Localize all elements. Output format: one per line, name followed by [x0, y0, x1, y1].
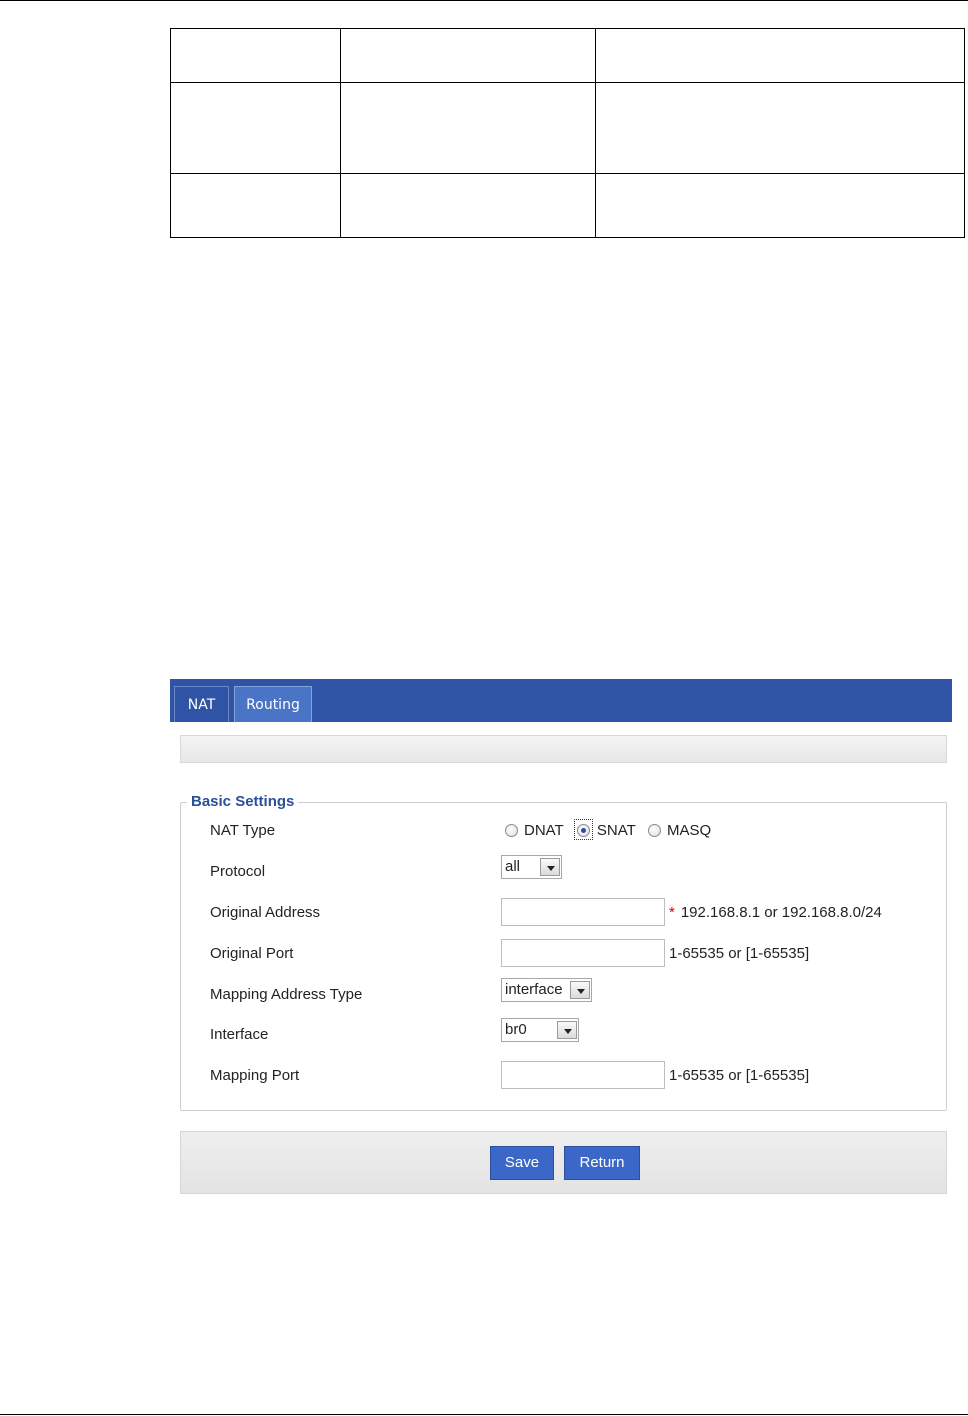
button-bar: Save Return [180, 1131, 947, 1194]
mapping-port-hint: 1-65535 or [1-65535] [669, 1067, 810, 1084]
basic-settings-legend: Basic Settings [187, 793, 299, 810]
table-cell [340, 82, 596, 174]
mapping-address-type-select[interactable]: interface [501, 978, 592, 1002]
original-port-label: Original Port [210, 945, 294, 962]
empty-document-table [170, 28, 965, 238]
table-cell [340, 173, 596, 238]
table-cell [340, 28, 596, 83]
mapping-address-type-label: Mapping Address Type [210, 986, 363, 1003]
table-cell [595, 82, 965, 174]
save-button[interactable]: Save [490, 1146, 554, 1180]
footer-rule [0, 1414, 968, 1415]
return-button[interactable]: Return [564, 1146, 640, 1180]
mapping-port-label: Mapping Port [210, 1067, 300, 1084]
required-asterisk: * [669, 904, 675, 921]
original-address-hint-text: 192.168.8.1 or 192.168.8.0/24 [680, 904, 882, 921]
mapping-port-input[interactable] [501, 1061, 665, 1089]
tab-bar: NAT Routing [170, 679, 952, 722]
original-address-input[interactable] [501, 898, 665, 926]
mapping-address-type-select-value: interface [505, 981, 563, 998]
table-cell [595, 28, 965, 83]
chevron-down-icon [557, 1021, 577, 1039]
nat-type-radio-group: DNAT SNAT MASQ [505, 819, 719, 841]
nat-settings-screenshot: NAT Routing Basic Settings NAT Type DNAT… [170, 679, 952, 1209]
masq-radio-label: MASQ [666, 821, 712, 839]
snat-radio-label: SNAT [596, 821, 636, 839]
original-port-hint: 1-65535 or [1-65535] [669, 945, 810, 962]
snat-radio[interactable] [576, 823, 590, 837]
nat-type-label: NAT Type [210, 822, 276, 839]
original-port-input[interactable] [501, 939, 665, 967]
chevron-down-icon [570, 981, 590, 999]
header-rule [0, 0, 968, 1]
table-cell [170, 173, 341, 238]
table-cell [595, 173, 965, 238]
table-cell [170, 82, 341, 174]
snat-radio-focus [573, 819, 593, 840]
protocol-label: Protocol [210, 863, 266, 880]
chevron-down-icon [540, 858, 560, 876]
dnat-radio[interactable] [505, 823, 518, 837]
interface-select[interactable]: br0 [501, 1018, 579, 1042]
tab-routing[interactable]: Routing [234, 686, 312, 722]
masq-radio[interactable] [647, 823, 661, 837]
protocol-select[interactable]: all [501, 855, 562, 879]
info-bar [180, 735, 947, 763]
tab-nat[interactable]: NAT [174, 686, 229, 722]
original-address-label: Original Address [210, 904, 321, 921]
original-address-hint: * 192.168.8.1 or 192.168.8.0/24 [669, 904, 882, 921]
interface-label: Interface [210, 1026, 269, 1043]
table-cell [170, 28, 341, 83]
protocol-select-value: all [505, 858, 521, 875]
dnat-radio-label: DNAT [524, 821, 564, 839]
interface-select-value: br0 [505, 1021, 527, 1038]
